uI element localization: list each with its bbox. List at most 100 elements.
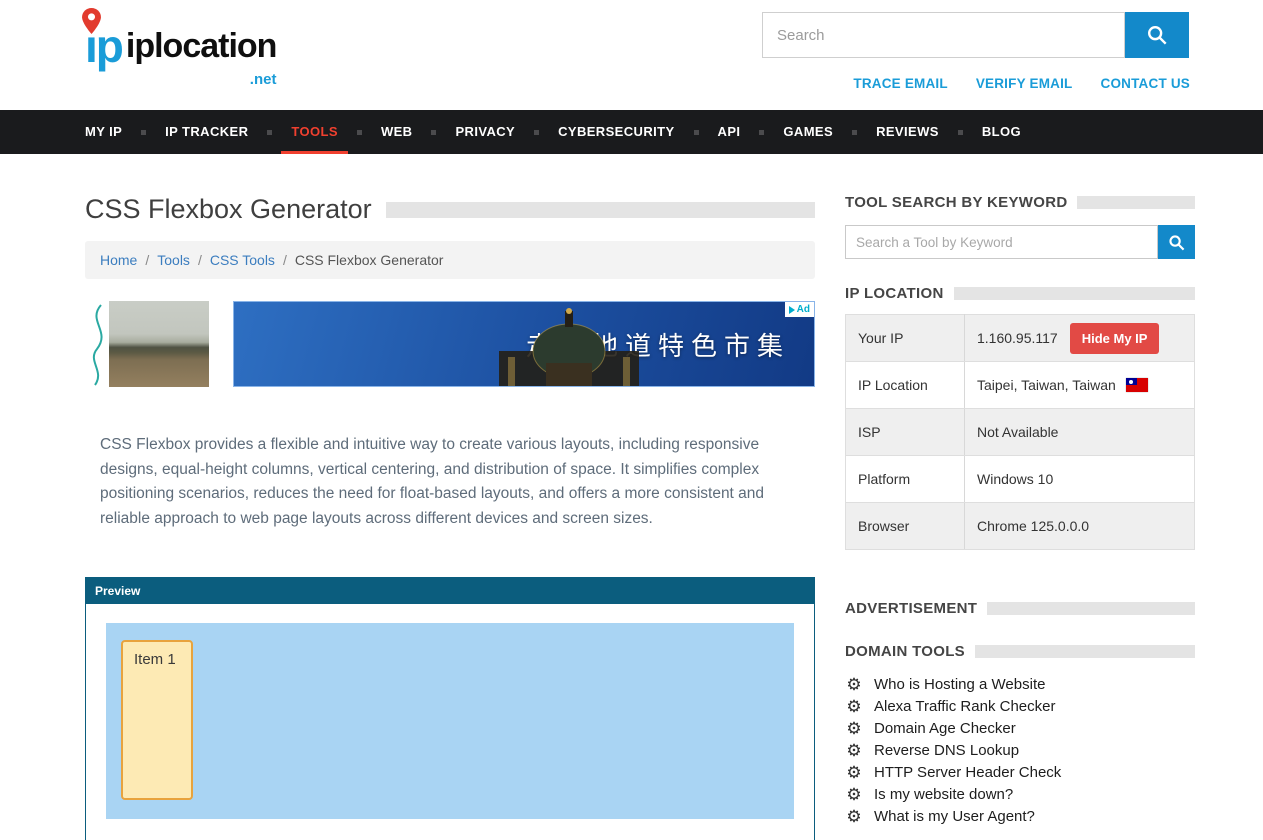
breadcrumb-separator: / bbox=[283, 252, 287, 268]
nav-separator bbox=[958, 130, 963, 135]
nav-separator bbox=[852, 130, 857, 135]
ip-location-heading-label: IP LOCATION bbox=[845, 285, 944, 302]
domain-tool-user-agent[interactable]: ⚙ What is my User Agent? bbox=[845, 805, 1195, 827]
tool-search-button[interactable] bbox=[1158, 225, 1195, 259]
isp-value: Not Available bbox=[977, 424, 1058, 440]
domain-tool-who-is-hosting[interactable]: ⚙ Who is Hosting a Website bbox=[845, 673, 1195, 695]
main-content: CSS Flexbox Generator Home / Tools / CSS… bbox=[85, 194, 815, 840]
flexbox-preview-container: Item 1 bbox=[106, 623, 794, 819]
gear-icon: ⚙ bbox=[845, 742, 863, 759]
gear-icon: ⚙ bbox=[845, 698, 863, 715]
sidebar: TOOL SEARCH BY KEYWORD IP LOCATION Your … bbox=[845, 194, 1195, 840]
heading-decoration-bar bbox=[1077, 196, 1195, 209]
breadcrumb-tools[interactable]: Tools bbox=[157, 252, 190, 268]
domain-tool-label: Alexa Traffic Rank Checker bbox=[874, 698, 1055, 715]
heading-decoration-bar bbox=[975, 645, 1195, 658]
header-link-contact-us[interactable]: CONTACT US bbox=[1101, 76, 1191, 91]
search-icon bbox=[1146, 24, 1168, 46]
nav-item-my-ip[interactable]: MY IP bbox=[85, 110, 132, 154]
domain-tool-label: What is my User Agent? bbox=[874, 808, 1035, 825]
domain-tool-reverse-dns[interactable]: ⚙ Reverse DNS Lookup bbox=[845, 739, 1195, 761]
site-logo[interactable]: ıp iplocation .net bbox=[85, 16, 276, 92]
logo-tld: .net bbox=[250, 71, 277, 88]
nav-item-reviews[interactable]: REVIEWS bbox=[866, 110, 949, 154]
table-row: ISP Not Available bbox=[846, 409, 1195, 456]
gear-icon: ⚙ bbox=[845, 676, 863, 693]
domain-tool-http-header[interactable]: ⚙ HTTP Server Header Check bbox=[845, 761, 1195, 783]
nav-item-ip-tracker[interactable]: IP TRACKER bbox=[155, 110, 258, 154]
tool-search-heading: TOOL SEARCH BY KEYWORD bbox=[845, 194, 1195, 211]
gear-icon: ⚙ bbox=[845, 786, 863, 803]
domain-tool-domain-age[interactable]: ⚙ Domain Age Checker bbox=[845, 717, 1195, 739]
domain-tools-list: ⚙ Who is Hosting a Website ⚙ Alexa Traff… bbox=[845, 673, 1195, 827]
domain-tool-website-down[interactable]: ⚙ Is my website down? bbox=[845, 783, 1195, 805]
ad-banner[interactable]: 走訪地道特色市集 Ad bbox=[85, 301, 815, 387]
header-search-input[interactable] bbox=[762, 12, 1125, 58]
nav-item-games[interactable]: GAMES bbox=[773, 110, 843, 154]
domain-tool-label: Is my website down? bbox=[874, 786, 1013, 803]
ad-squiggle-art bbox=[85, 301, 109, 387]
heading-decoration-bar bbox=[954, 287, 1195, 300]
row-label: Your IP bbox=[846, 315, 965, 362]
breadcrumb: Home / Tools / CSS Tools / CSS Flexbox G… bbox=[85, 241, 815, 279]
ip-location-heading: IP LOCATION bbox=[845, 285, 1195, 302]
domain-tool-label: HTTP Server Header Check bbox=[874, 764, 1061, 781]
hide-my-ip-button[interactable]: Hide My IP bbox=[1070, 323, 1160, 354]
logo-text: iplocation bbox=[126, 27, 277, 65]
nav-separator bbox=[357, 130, 362, 135]
ad-badge-label: Ad bbox=[797, 304, 810, 315]
advertisement-heading: ADVERTISEMENT bbox=[845, 600, 1195, 617]
page-title: CSS Flexbox Generator bbox=[85, 194, 372, 225]
tool-search bbox=[845, 225, 1195, 259]
header-search-button[interactable] bbox=[1125, 12, 1189, 58]
tool-search-heading-label: TOOL SEARCH BY KEYWORD bbox=[845, 194, 1067, 211]
platform-value: Windows 10 bbox=[977, 471, 1053, 487]
ad-choices-icon bbox=[789, 306, 795, 314]
preview-panel-body: Item 1 bbox=[86, 604, 814, 840]
table-row: Your IP 1.160.95.117 Hide My IP bbox=[846, 315, 1195, 362]
nav-item-api[interactable]: API bbox=[708, 110, 751, 154]
domain-tool-label: Reverse DNS Lookup bbox=[874, 742, 1019, 759]
taiwan-flag-icon bbox=[1126, 378, 1148, 392]
breadcrumb-separator: / bbox=[145, 252, 149, 268]
header-link-verify-email[interactable]: VERIFY EMAIL bbox=[976, 76, 1073, 91]
ad-choices-badge[interactable]: Ad bbox=[785, 302, 814, 317]
table-row: Platform Windows 10 bbox=[846, 456, 1195, 503]
logo-wordmark: iplocation .net bbox=[126, 16, 277, 92]
ad-creative: 走訪地道特色市集 bbox=[233, 301, 815, 387]
tool-search-input[interactable] bbox=[845, 225, 1158, 259]
nav-item-tools[interactable]: TOOLS bbox=[281, 110, 348, 154]
ip-location-table: Your IP 1.160.95.117 Hide My IP IP Locat… bbox=[845, 314, 1195, 550]
ad-photo bbox=[109, 301, 209, 387]
nav-item-privacy[interactable]: PRIVACY bbox=[445, 110, 525, 154]
ip-location-value: Taipei, Taiwan, Taiwan bbox=[977, 377, 1116, 393]
flexbox-preview-item[interactable]: Item 1 bbox=[121, 640, 193, 800]
header-links: TRACE EMAIL VERIFY EMAIL CONTACT US bbox=[853, 76, 1190, 91]
gear-icon: ⚙ bbox=[845, 720, 863, 737]
nav-item-web[interactable]: WEB bbox=[371, 110, 423, 154]
nav-item-blog[interactable]: BLOG bbox=[972, 110, 1031, 154]
tool-description: CSS Flexbox provides a flexible and intu… bbox=[100, 433, 794, 531]
row-label: ISP bbox=[846, 409, 965, 456]
site-header: ıp iplocation .net TRACE EMAIL VERIFY EM… bbox=[0, 0, 1263, 110]
browser-value: Chrome 125.0.0.0 bbox=[977, 518, 1089, 534]
header-search bbox=[762, 12, 1189, 58]
breadcrumb-home[interactable]: Home bbox=[100, 252, 137, 268]
row-label: IP Location bbox=[846, 362, 965, 409]
row-label: Browser bbox=[846, 503, 965, 550]
breadcrumb-current: CSS Flexbox Generator bbox=[295, 252, 444, 268]
domain-tools-heading-label: DOMAIN TOOLS bbox=[845, 643, 965, 660]
table-row: IP Location Taipei, Taiwan, Taiwan bbox=[846, 362, 1195, 409]
table-row: Browser Chrome 125.0.0.0 bbox=[846, 503, 1195, 550]
title-decoration-bar bbox=[386, 202, 815, 218]
preview-panel-header: Preview bbox=[86, 578, 814, 604]
domain-tool-alexa-rank[interactable]: ⚙ Alexa Traffic Rank Checker bbox=[845, 695, 1195, 717]
logo-ip-glyph: ıp bbox=[85, 16, 122, 76]
header-link-trace-email[interactable]: TRACE EMAIL bbox=[853, 76, 947, 91]
nav-separator bbox=[694, 130, 699, 135]
domain-tools-heading: DOMAIN TOOLS bbox=[845, 643, 1195, 660]
advertisement-heading-label: ADVERTISEMENT bbox=[845, 600, 977, 617]
preview-panel: Preview Item 1 bbox=[85, 577, 815, 840]
breadcrumb-css-tools[interactable]: CSS Tools bbox=[210, 252, 275, 268]
nav-item-cybersecurity[interactable]: CYBERSECURITY bbox=[548, 110, 684, 154]
